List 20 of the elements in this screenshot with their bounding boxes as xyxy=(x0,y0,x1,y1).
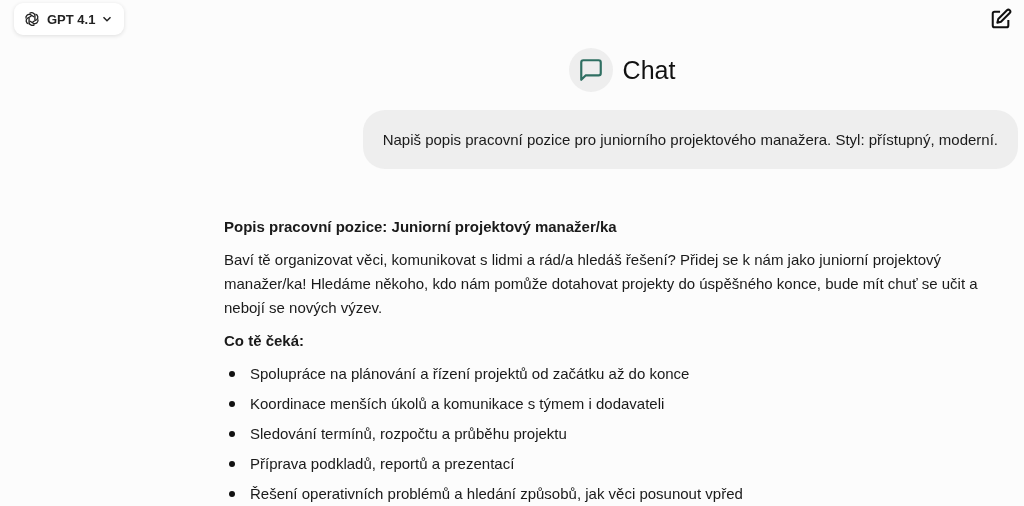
bullet-icon xyxy=(229,461,235,467)
list-item: Sledování termínů, rozpočtu a průběhu projektu xyxy=(250,424,567,444)
model-selector[interactable]: GPT 4.1 xyxy=(14,3,125,35)
list-item: Řešení operativních problémů a hledání způsobů, jak věci posunout vpřed xyxy=(250,484,743,504)
response-paragraph: Baví tě organizovat věci, komunikovat s lidmi a rád/a hledáš řešení? Přidej se k nám jako juniorní projektový manažer/ka! Hledáme někoho, kdo nám pomůže dotahovat projekty do úspěšného konce, bude mít chuť se učit a nebojí se nových výzev. xyxy=(224,250,979,318)
logo-icon xyxy=(22,9,42,29)
list-item: Spolupráce na plánování a řízení projektů od začátku až do konce xyxy=(250,364,690,384)
edit-icon xyxy=(990,8,1012,30)
user-message: Napiš popis pracovní pozice pro juniorního projektového manažera. Styl: přístupný, moderní. xyxy=(362,110,1018,169)
bullet-icon xyxy=(229,401,235,407)
response-heading: Popis pracovní pozice: Juniorní projektový manažer/ka xyxy=(224,217,618,237)
chat-bubble-icon xyxy=(577,57,604,83)
chat-title: Chat xyxy=(622,55,676,85)
bullet-icon xyxy=(229,431,235,437)
bullet-icon xyxy=(229,491,235,497)
bullet-icon xyxy=(229,371,235,377)
list-item: Koordinace menších úkolů a komunikace s týmem i dodavateli xyxy=(250,394,665,414)
list-item: Příprava podkladů, reportů a prezentací xyxy=(250,454,515,474)
response-subheading: Co tě čeká: xyxy=(224,331,306,351)
new-chat-button[interactable] xyxy=(990,8,1012,30)
